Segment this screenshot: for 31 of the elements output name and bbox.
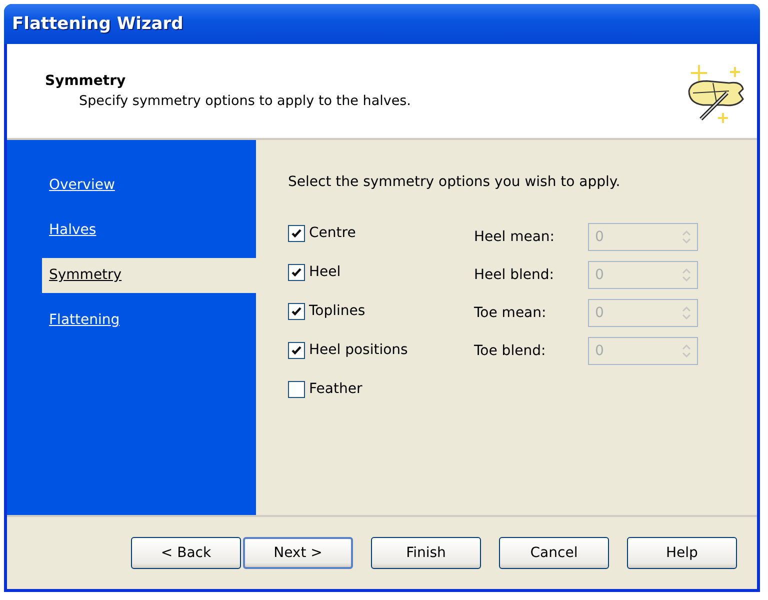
page-subtitle: Specify symmetry options to apply to the halves. xyxy=(79,93,411,109)
checkbox[interactable] xyxy=(288,342,305,358)
field-label: Toe mean: xyxy=(474,305,548,321)
step-link[interactable]: Overview xyxy=(45,168,256,203)
option-label: Heel xyxy=(309,264,341,280)
checkmark-icon xyxy=(291,266,302,278)
window-title: Flattening Wizard xyxy=(12,14,184,34)
checkmark-icon xyxy=(291,306,302,316)
field-label: Heel blend: xyxy=(474,267,555,283)
step-link[interactable]: Halves xyxy=(45,213,256,248)
checkbox[interactable] xyxy=(288,380,305,398)
dialog-button[interactable]: Cancel xyxy=(499,537,609,569)
dialog-button[interactable]: Next > xyxy=(243,537,353,569)
option-label: Feather xyxy=(309,381,362,397)
field-label: Toe blend: xyxy=(474,343,547,359)
dialog-button[interactable]: Help xyxy=(627,537,737,569)
checkbox[interactable] xyxy=(288,302,305,320)
dialog-button[interactable]: < Back xyxy=(131,537,241,569)
field-label: Heel mean: xyxy=(474,229,556,245)
checkmark-icon xyxy=(291,228,302,238)
checkmark-icon xyxy=(291,344,302,356)
option-label: Centre xyxy=(309,225,356,241)
checkbox[interactable] xyxy=(288,224,305,242)
dialog-button[interactable]: Finish xyxy=(371,537,481,569)
step-link[interactable]: Flattening xyxy=(45,303,256,338)
page-title: Symmetry xyxy=(45,73,127,89)
step-link[interactable]: Symmetry xyxy=(42,258,256,293)
instruction-text: Select the symmetry options you wish to apply. xyxy=(288,174,622,190)
option-label: Toplines xyxy=(309,303,366,319)
option-label: Heel positions xyxy=(309,342,408,358)
checkbox[interactable] xyxy=(288,264,305,280)
